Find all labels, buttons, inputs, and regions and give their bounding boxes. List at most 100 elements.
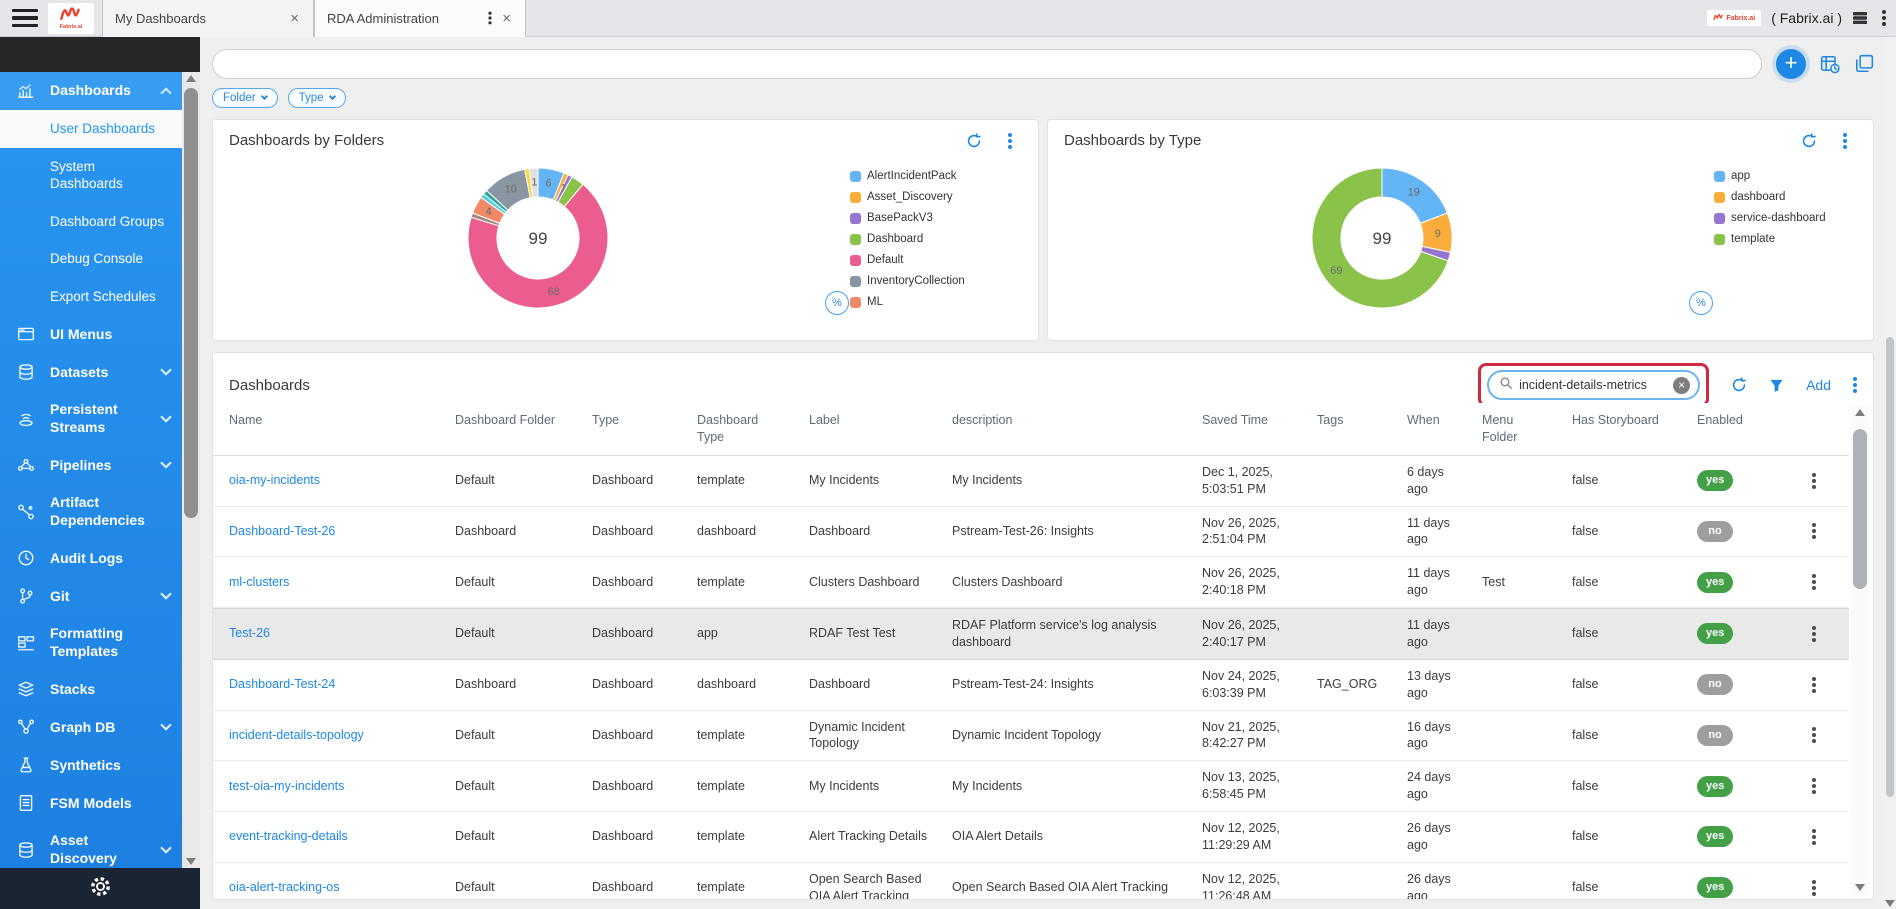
tab-kebab-icon[interactable] bbox=[489, 16, 492, 19]
percent-toggle-button[interactable]: % bbox=[825, 291, 849, 315]
dashboard-name-link[interactable]: test-oia-my-incidents bbox=[229, 779, 344, 793]
row-kebab-icon[interactable] bbox=[1787, 683, 1841, 687]
sidebar-subitem-export-schedules[interactable]: Export Schedules bbox=[0, 278, 182, 316]
dashboard-name-link[interactable]: Dashboard-Test-24 bbox=[229, 677, 335, 691]
scroll-up-arrow-icon[interactable] bbox=[186, 75, 196, 82]
scroll-down-arrow-icon[interactable] bbox=[186, 858, 196, 865]
sidebar-item-datasets[interactable]: Datasets bbox=[0, 353, 182, 391]
clear-search-icon[interactable]: × bbox=[1673, 377, 1690, 394]
cell-label: Dashboard bbox=[793, 515, 936, 548]
close-icon[interactable]: × bbox=[288, 10, 301, 27]
sidebar-item-asset-discovery[interactable]: Asset Discovery bbox=[0, 822, 182, 868]
legend-item-template[interactable]: template bbox=[1714, 233, 1826, 245]
dashboard-name-link[interactable]: ml-clusters bbox=[229, 575, 289, 589]
sidebar-subitem-user-dashboards[interactable]: User Dashboards bbox=[0, 110, 182, 148]
sidebar-item-ui-menus[interactable]: UI Menus bbox=[0, 315, 182, 353]
sidebar-item-graph-db[interactable]: Graph DB bbox=[0, 708, 182, 746]
row-kebab-icon[interactable] bbox=[1787, 479, 1841, 483]
tab-my-dashboards[interactable]: My Dashboards × bbox=[102, 0, 314, 37]
refresh-icon[interactable] bbox=[966, 133, 982, 149]
copy-view-icon[interactable] bbox=[1854, 54, 1874, 74]
scroll-down-arrow-icon[interactable] bbox=[1885, 900, 1895, 907]
cell-type: Dashboard bbox=[576, 464, 681, 497]
sidebar-item-artifact-dependencies[interactable]: Artifact Dependencies bbox=[0, 484, 182, 539]
legend-item-AlertIncidentPack[interactable]: AlertIncidentPack bbox=[850, 170, 965, 182]
scroll-down-arrow-icon[interactable] bbox=[1855, 884, 1865, 891]
row-kebab-icon[interactable] bbox=[1787, 784, 1841, 788]
cell-type: Dashboard bbox=[576, 566, 681, 599]
percent-toggle-button[interactable]: % bbox=[1689, 291, 1713, 315]
row-kebab-icon[interactable] bbox=[1787, 580, 1841, 584]
sidebar-subitem-system-dashboards[interactable]: System Dashboards bbox=[0, 148, 182, 203]
row-kebab-icon[interactable] bbox=[1787, 733, 1841, 737]
global-search-input[interactable] bbox=[212, 49, 1762, 79]
refresh-icon[interactable] bbox=[1801, 133, 1817, 149]
dashboard-name-link[interactable]: event-tracking-details bbox=[229, 829, 348, 843]
filter-chip-folder[interactable]: Folder bbox=[212, 88, 278, 108]
legend-label: app bbox=[1731, 170, 1750, 182]
filter-funnel-icon[interactable] bbox=[1769, 378, 1784, 393]
legend-item-app[interactable]: app bbox=[1714, 170, 1826, 182]
cell-actions bbox=[1771, 456, 1849, 506]
row-kebab-icon[interactable] bbox=[1787, 835, 1841, 839]
dashboard-name-link[interactable]: incident-details-topology bbox=[229, 728, 364, 742]
sidebar-scrollbar[interactable] bbox=[182, 72, 200, 868]
scrollbar-thumb[interactable] bbox=[1886, 337, 1894, 797]
row-kebab-icon[interactable] bbox=[1787, 632, 1841, 636]
sidebar-item-synthetics[interactable]: Synthetics bbox=[0, 746, 182, 784]
legend-item-service-dashboard[interactable]: service-dashboard bbox=[1714, 212, 1826, 224]
sidebar-item-dashboards[interactable]: Dashboards bbox=[0, 72, 182, 110]
filter-chip-type[interactable]: Type bbox=[288, 88, 346, 108]
legend-item-BasePackV3[interactable]: BasePackV3 bbox=[850, 212, 965, 224]
scheduled-view-icon[interactable] bbox=[1820, 54, 1840, 74]
server-stack-icon[interactable] bbox=[1852, 10, 1868, 26]
sidebar-item-stacks[interactable]: Stacks bbox=[0, 670, 182, 708]
legend-item-ML[interactable]: ML bbox=[850, 296, 965, 308]
scrollbar-thumb[interactable] bbox=[1853, 429, 1867, 589]
gear-icon bbox=[88, 874, 113, 904]
column-header-label: Label bbox=[793, 403, 936, 455]
dashboard-name-link[interactable]: oia-my-incidents bbox=[229, 473, 320, 487]
table-search-box: × bbox=[1487, 370, 1700, 400]
sidebar-item-git[interactable]: Git bbox=[0, 577, 182, 615]
dashboard-name-link[interactable]: oia-alert-tracking-os bbox=[229, 880, 339, 894]
table-search-input[interactable] bbox=[1519, 378, 1667, 392]
row-kebab-icon[interactable] bbox=[1787, 529, 1841, 533]
sidebar-item-persistent-streams[interactable]: Persistent Streams bbox=[0, 391, 182, 446]
page-scrollbar[interactable] bbox=[1884, 37, 1896, 909]
sidebar-item-pipelines[interactable]: Pipelines bbox=[0, 446, 182, 484]
table-scrollbar[interactable] bbox=[1851, 405, 1869, 895]
sidebar-subitem-dashboard-groups[interactable]: Dashboard Groups bbox=[0, 203, 182, 241]
tabbar-right-cluster: Fabrix.ai ( Fabrix.ai ) bbox=[1707, 10, 1896, 26]
sidebar-settings-button[interactable] bbox=[0, 868, 200, 909]
sidebar-item-formatting-templates[interactable]: Formatting Templates bbox=[0, 615, 182, 670]
scroll-up-arrow-icon[interactable] bbox=[1855, 409, 1865, 416]
legend-item-Asset_Discovery[interactable]: Asset_Discovery bbox=[850, 191, 965, 203]
legend-item-InventoryCollection[interactable]: InventoryCollection bbox=[850, 275, 965, 287]
card-kebab-icon[interactable] bbox=[1008, 139, 1012, 143]
legend-item-Dashboard[interactable]: Dashboard bbox=[850, 233, 965, 245]
add-new-button[interactable]: + bbox=[1776, 49, 1806, 79]
sidebar-item-audit-logs[interactable]: Audit Logs bbox=[0, 539, 182, 577]
legend-item-Default[interactable]: Default bbox=[850, 254, 965, 266]
main-content: + FolderType Dashboards by Folders 61684… bbox=[200, 37, 1884, 909]
sidebar-subitem-debug-console[interactable]: Debug Console bbox=[0, 240, 182, 278]
cell-folder: Default bbox=[439, 617, 576, 650]
fabrix-logo[interactable]: Fabrix.ai bbox=[48, 3, 94, 34]
add-button[interactable]: Add bbox=[1806, 377, 1831, 393]
refresh-icon[interactable] bbox=[1731, 377, 1747, 393]
table-kebab-icon[interactable] bbox=[1853, 383, 1857, 387]
hamburger-menu-icon[interactable] bbox=[12, 9, 38, 27]
sidebar-item-fsm-models[interactable]: FSM Models bbox=[0, 784, 182, 822]
scrollbar-thumb[interactable] bbox=[184, 88, 198, 518]
dashboard-name-link[interactable]: Test-26 bbox=[229, 626, 270, 640]
card-kebab-icon[interactable] bbox=[1843, 139, 1847, 143]
window-kebab-icon[interactable] bbox=[1882, 16, 1886, 20]
cell-story: false bbox=[1556, 515, 1681, 548]
dashboard-name-link[interactable]: Dashboard-Test-26 bbox=[229, 524, 335, 538]
tab-rda-administration[interactable]: RDA Administration × bbox=[314, 0, 526, 37]
column-header-has-storyboard: Has Storyboard bbox=[1556, 403, 1681, 455]
legend-item-dashboard[interactable]: dashboard bbox=[1714, 191, 1826, 203]
close-icon[interactable]: × bbox=[500, 10, 513, 27]
row-kebab-icon[interactable] bbox=[1787, 886, 1841, 890]
